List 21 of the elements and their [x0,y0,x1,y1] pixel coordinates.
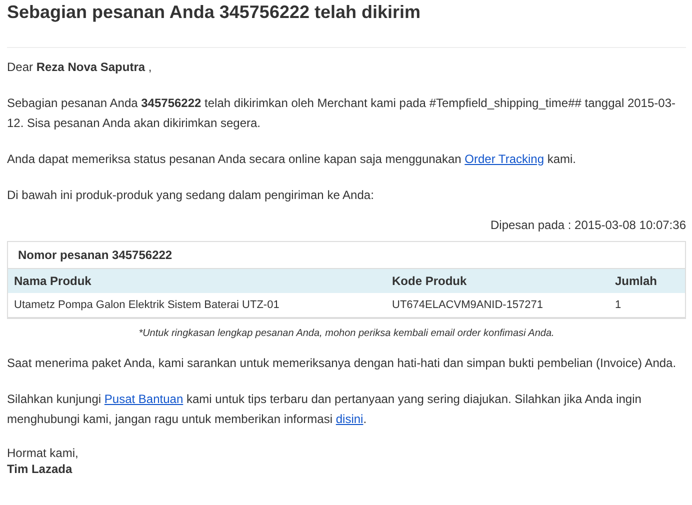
table-cell-text: UT674ELACVM9ANID-157271 [392,298,544,313]
paragraph: Anda dapat memeriksa status pesanan Anda secara online kapan saja menggunakan Order Tracking kami. [7,151,578,168]
column-header: Kode Produk [392,273,468,290]
link[interactable]: Pusat Bantuan [104,392,184,406]
link[interactable]: disini [336,412,364,426]
paragraph: Silahkan kunjungi Pusat Bantuan kami untuk tips terbaru dan pertanyaan yang sering diajukan. Silahkan jika Anda ingin menghubungi kami, jangan ragu untuk memberikan informasi disini. [7,391,642,428]
order-number: Nomor pesanan 345756222 [17,247,174,264]
table-cell-text: 1 [615,298,622,313]
email-title: Sebagian pesanan Anda 345756222 telah dikirim [7,1,422,23]
column-header: Jumlah [615,273,658,290]
column-header: Nama Produk [14,273,92,290]
footnote: *Untuk ringkasan lengkap pesanan Anda, mohon periksa kembali email order konfimasi Anda. [138,327,556,341]
order-date: Dipesan pada : 2015-03-08 10:07:36 [490,217,686,234]
link[interactable]: Order Tracking [464,152,544,166]
paragraph: Di bawah ini produk-produk yang sedang dalam pengiriman ke Anda: [7,187,375,204]
paragraph: Saat menerima paket Anda, kami sarankan untuk memeriksanya dengan hati-hati dan simpan bukti pembelian (Invoice) Anda. [7,355,678,372]
table-cell-text: Utametz Pompa Galon Elektrik Sistem Baterai UTZ-01 [14,298,280,313]
paragraph: Sebagian pesanan Anda 345756222 telah dikirimkan oleh Merchant kami pada #Tempfield_shipping_time## tanggal 2015-03-12. Sisa pesanan Anda akan dikirimkan segera. [7,95,676,132]
closing: Hormat kami, [7,445,80,461]
paragraph: Dear Reza Nova Saputra , [7,59,153,76]
signature: Tim Lazada [7,461,74,477]
